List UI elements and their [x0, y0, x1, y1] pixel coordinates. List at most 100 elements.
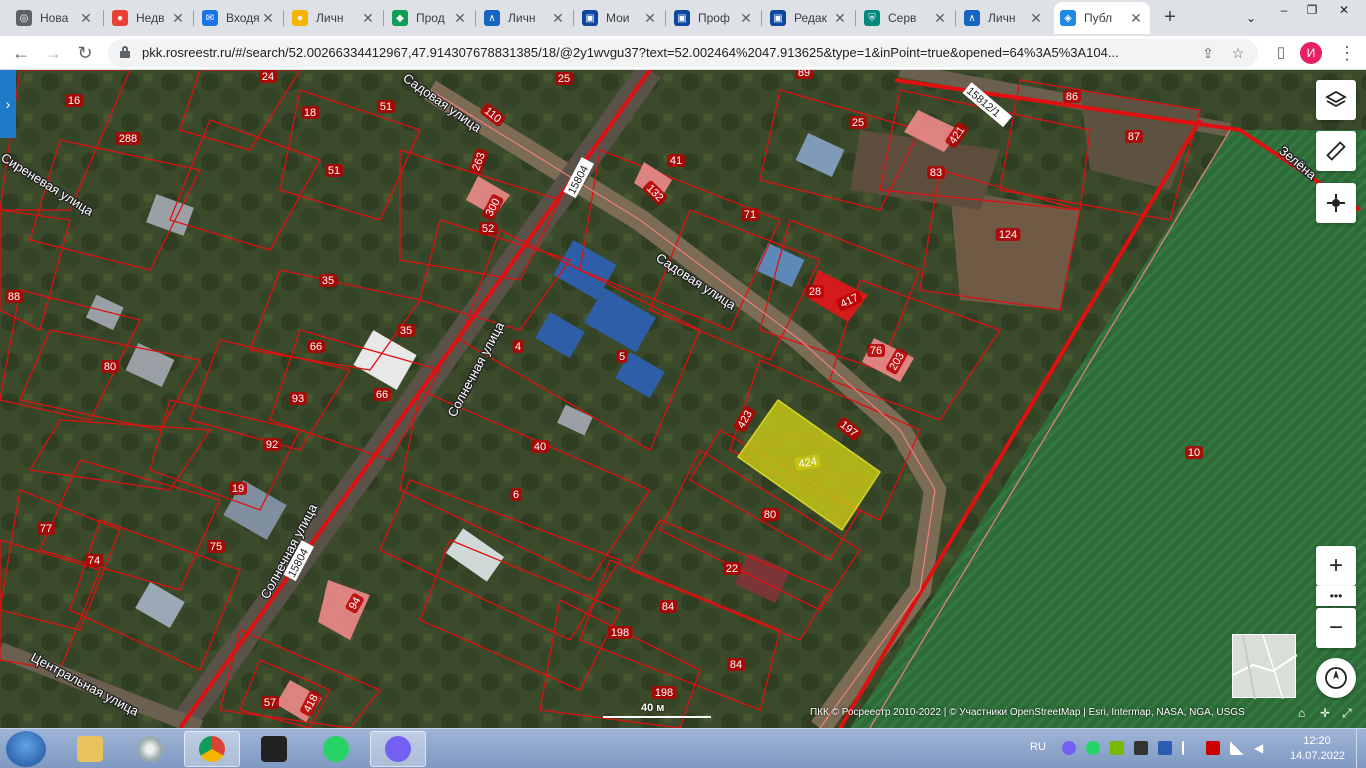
tray-flag-icon[interactable]	[1182, 741, 1196, 755]
tab-6[interactable]: ∧ Личн ✕	[478, 2, 572, 34]
tab-1[interactable]: ◎ Нова ✕	[10, 2, 100, 34]
taskbar-explorer[interactable]	[62, 731, 118, 767]
minimize-button[interactable]: –	[1270, 0, 1298, 20]
parcel-number-label[interactable]: 86	[1063, 90, 1081, 103]
new-tab-button[interactable]: +	[1158, 5, 1182, 29]
system-clock[interactable]: 12:20 14.07.2022	[1290, 734, 1345, 764]
parcel-number-label[interactable]: 92	[263, 438, 281, 451]
back-button[interactable]: ←	[8, 40, 34, 66]
tab-close-icon[interactable]: ✕	[78, 10, 94, 27]
parcel-number-label[interactable]: 83	[927, 166, 945, 179]
tab-2[interactable]: ● Недв ✕	[106, 2, 192, 34]
parcel-number-label[interactable]: 89	[795, 70, 813, 79]
tab-close-icon[interactable]: ✕	[932, 10, 948, 27]
tab-9[interactable]: ▣ Редак ✕	[764, 2, 854, 34]
tab-4[interactable]: ● Личн ✕	[286, 2, 382, 34]
reload-button[interactable]: ↻	[72, 40, 98, 66]
minimap-overview[interactable]	[1232, 634, 1298, 700]
tray-security-icon[interactable]	[1206, 741, 1220, 755]
tray-signal-icon[interactable]	[1230, 741, 1244, 755]
parcel-number-label[interactable]: 25	[849, 116, 867, 129]
tab-close-icon[interactable]: ✕	[1028, 10, 1044, 27]
tab-10[interactable]: ⛨ Серв ✕	[858, 2, 954, 34]
parcel-number-label[interactable]: 76	[867, 344, 885, 357]
taskbar-whatsapp[interactable]	[308, 731, 364, 767]
tray-viber-icon[interactable]	[1062, 741, 1076, 755]
tray-app-icon[interactable]	[1134, 741, 1148, 755]
parcel-number-label[interactable]: 40	[531, 440, 549, 453]
map-viewport[interactable]: Садовая улица Садовая улица Солнечная улиц…	[0, 70, 1366, 728]
tab-5[interactable]: ◆ Прод ✕	[386, 2, 474, 34]
tray-volume-icon[interactable]: ◀	[1254, 741, 1268, 755]
forward-button[interactable]: →	[40, 40, 66, 66]
bookmark-star-icon[interactable]: ☆	[1228, 43, 1248, 63]
tab-11[interactable]: ∧ Личн ✕	[958, 2, 1050, 34]
tab-close-icon[interactable]: ✕	[360, 10, 376, 27]
parcel-number-label[interactable]: 84	[727, 658, 745, 671]
taskbar-media[interactable]	[122, 731, 178, 767]
parcel-number-label[interactable]: 198	[651, 686, 677, 699]
parcel-number-label[interactable]: 18	[301, 106, 319, 119]
tab-close-icon[interactable]: ✕	[260, 10, 276, 27]
parcel-number-label[interactable]: 35	[397, 324, 415, 337]
taskbar-chrome[interactable]	[184, 731, 240, 767]
parcel-number-label[interactable]: 25	[555, 72, 573, 85]
parcel-number-label[interactable]: 93	[289, 392, 307, 405]
taskbar-scanner[interactable]	[246, 731, 302, 767]
target-icon[interactable]: ✛	[1320, 706, 1330, 720]
language-indicator[interactable]: RU	[1030, 741, 1046, 753]
tab-7[interactable]: ▣ Мои ✕	[576, 2, 664, 34]
parcel-number-label[interactable]: 4	[512, 340, 524, 353]
parcel-number-label[interactable]: 75	[207, 540, 225, 553]
menu-kebab-icon[interactable]: ⋮	[1334, 40, 1360, 66]
parcel-number-label[interactable]: 16	[65, 94, 83, 107]
measure-ruler-button[interactable]	[1316, 131, 1356, 171]
tab-12[interactable]: ◈ Публ ✕	[1054, 2, 1150, 34]
parcel-number-label[interactable]: 71	[741, 208, 759, 221]
parcel-number-label[interactable]: 66	[373, 388, 391, 401]
parcel-number-label[interactable]: 19	[229, 482, 247, 495]
parcel-number-label[interactable]: 5	[616, 350, 628, 363]
tray-nvidia-icon[interactable]	[1110, 741, 1124, 755]
tab-close-icon[interactable]: ✕	[550, 10, 566, 27]
profile-avatar[interactable]: И	[1300, 42, 1322, 64]
zoom-more-button[interactable]: •••	[1316, 586, 1356, 606]
parcel-number-label[interactable]: 52	[479, 222, 497, 235]
parcel-number-label[interactable]: 288	[115, 132, 141, 145]
tab-close-icon[interactable]: ✕	[738, 10, 754, 27]
locate-button[interactable]	[1316, 183, 1356, 223]
tray-whatsapp-icon[interactable]	[1086, 741, 1100, 755]
tab-close-icon[interactable]: ✕	[170, 10, 186, 27]
parcel-number-label[interactable]: 10	[1185, 446, 1203, 459]
home-icon[interactable]: ⌂	[1298, 706, 1305, 720]
share-icon[interactable]: ⇪	[1198, 43, 1218, 63]
parcel-number-label[interactable]: 74	[85, 554, 103, 567]
parcel-number-label[interactable]: 124	[995, 228, 1021, 241]
parcel-number-label[interactable]: 88	[5, 290, 23, 303]
lock-icon[interactable]	[120, 46, 130, 58]
satellite-map[interactable]: Садовая улицаСадовая улицаСолнечная улиц…	[0, 70, 1366, 728]
address-bar[interactable]: pkk.rosreestr.ru/#/search/52.00266334412…	[108, 39, 1258, 67]
parcel-number-label[interactable]: 22	[723, 562, 741, 575]
start-button[interactable]	[6, 731, 46, 767]
parcel-number-label[interactable]: 28	[806, 285, 824, 298]
fullscreen-icon[interactable]: ⤢	[1342, 706, 1352, 721]
parcel-number-label[interactable]: 80	[101, 360, 119, 373]
tab-search-icon[interactable]: ⌄	[1237, 8, 1265, 28]
close-window-button[interactable]: ✕	[1330, 0, 1358, 20]
tab-close-icon[interactable]: ✕	[1128, 10, 1144, 27]
sidepanel-icon[interactable]: ▯	[1268, 40, 1294, 66]
parcel-number-label[interactable]: 51	[377, 100, 395, 113]
layers-button[interactable]	[1316, 80, 1356, 120]
parcel-number-label[interactable]: 84	[659, 600, 677, 613]
tray-monitor-icon[interactable]	[1158, 741, 1172, 755]
url-text[interactable]: pkk.rosreestr.ru/#/search/52.00266334412…	[142, 45, 1192, 60]
show-desktop-button[interactable]	[1356, 729, 1366, 768]
restore-button[interactable]: ❐	[1298, 0, 1326, 20]
tab-close-icon[interactable]: ✕	[832, 10, 848, 27]
tab-8[interactable]: ▣ Проф ✕	[668, 2, 760, 34]
tab-3[interactable]: ✉ Входя ✕	[196, 2, 282, 34]
side-panel-toggle[interactable]: ›	[0, 70, 16, 138]
zoom-out-button[interactable]: −	[1316, 608, 1356, 648]
parcel-number-label[interactable]: 51	[325, 164, 343, 177]
